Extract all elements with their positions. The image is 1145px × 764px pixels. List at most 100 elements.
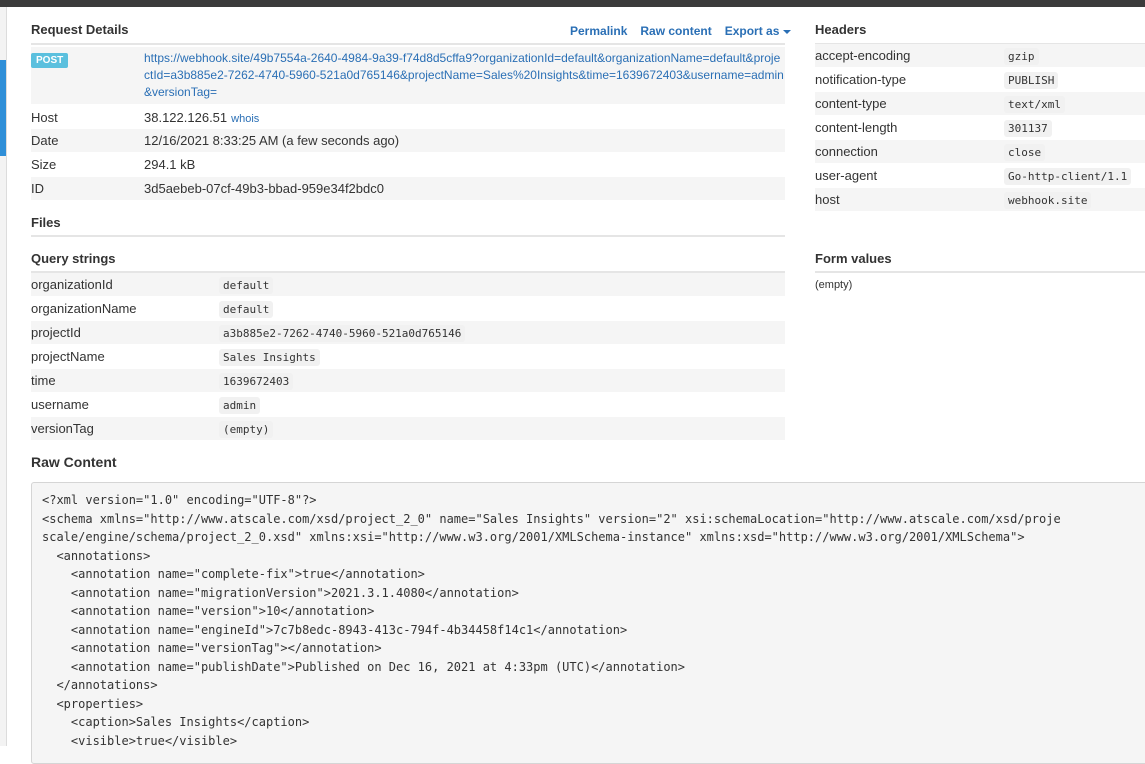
- top-bar: [0, 0, 1145, 7]
- header-value: text/xml: [1004, 96, 1065, 113]
- size-row: Size 294.1 kB: [31, 153, 785, 176]
- header-row: content-length 301137: [815, 116, 1145, 139]
- query-string-value: (empty): [219, 421, 274, 438]
- query-string-key: projectName: [31, 349, 105, 364]
- raw-content-line: <annotation name="migrationVersion">2021…: [42, 585, 519, 600]
- export-as-dropdown[interactable]: Export as: [725, 24, 792, 38]
- files-title: Files: [31, 215, 61, 230]
- query-string-value-cell: default: [219, 277, 274, 294]
- permalink-link[interactable]: Permalink: [570, 24, 627, 38]
- query-string-value-cell: 1639672403: [219, 373, 294, 390]
- query-string-value: a3b885e2-7262-4740-5960-521a0d765146: [219, 325, 466, 342]
- header-value: webhook.site: [1004, 192, 1092, 209]
- header-key: notification-type: [815, 72, 907, 87]
- host-label: Host: [31, 109, 58, 125]
- query-string-value-cell: a3b885e2-7262-4740-5960-521a0d765146: [219, 325, 466, 342]
- host-value-wrap: 38.122.126.51 whois: [144, 110, 259, 125]
- header-row: host webhook.site: [815, 188, 1145, 211]
- raw-content-line: <annotation name="engineId">7c7b8edc-894…: [42, 622, 628, 637]
- url-row: POST https://webhook.site/49b7554a-2640-…: [31, 47, 785, 104]
- raw-content-line: <visible>true</visible>: [42, 733, 238, 748]
- header-key: host: [815, 192, 840, 207]
- header-value: gzip: [1004, 48, 1039, 65]
- query-string-value: default: [219, 277, 274, 294]
- query-string-key: organizationId: [31, 277, 113, 292]
- header-value-cell: PUBLISH: [1004, 72, 1059, 89]
- query-string-row: versionTag (empty): [31, 417, 785, 440]
- method-badge: POST: [31, 53, 69, 68]
- header-key: content-type: [815, 96, 887, 111]
- header-row: content-type text/xml: [815, 92, 1145, 115]
- query-string-value-cell: default: [219, 301, 274, 318]
- date-value: 12/16/2021 8:33:25 AM (a few seconds ago…: [144, 133, 400, 148]
- header-value-cell: text/xml: [1004, 96, 1065, 113]
- date-label: Date: [31, 133, 59, 148]
- chevron-down-icon: [783, 29, 792, 34]
- raw-content-line: <properties>: [42, 696, 144, 711]
- request-details-title: Request Details: [31, 22, 129, 37]
- raw-content-line: <annotation name="complete-fix">true</an…: [42, 567, 425, 581]
- files-divider: [31, 235, 785, 237]
- header-row: user-agent Go-http-client/1.1: [815, 164, 1145, 187]
- query-string-key: versionTag: [31, 421, 94, 436]
- form-values-divider: [815, 271, 1145, 273]
- query-string-row: username admin: [31, 393, 785, 416]
- header-value-cell: Go-http-client/1.1: [1004, 168, 1132, 185]
- raw-content-line: <caption>Sales Insights</caption>: [42, 715, 310, 729]
- query-string-value: 1639672403: [219, 373, 294, 390]
- raw-content-box[interactable]: <?xml version="1.0" encoding="UTF-8"?> <s…: [31, 482, 1145, 764]
- header-value-cell: gzip: [1004, 48, 1039, 65]
- request-details-divider: [31, 43, 785, 45]
- host-value: 38.122.126.51: [144, 109, 228, 125]
- raw-content-line: <schema xmlns="http://www.atscale.com/xs…: [42, 511, 1061, 526]
- query-string-row: organizationName default: [31, 297, 785, 320]
- request-url[interactable]: https://webhook.site/49b7554a-2640-4984-…: [144, 50, 784, 101]
- raw-content-line: scale/engine/schema/project_2_0.xsd" xml…: [42, 530, 1025, 544]
- raw-content-title: Raw Content: [31, 454, 117, 470]
- header-value: Go-http-client/1.1: [1004, 168, 1132, 185]
- query-string-key: username: [31, 397, 89, 412]
- raw-content-line: <annotation name="versionTag"></annotati…: [42, 641, 382, 655]
- raw-content-line: <annotation name="version">10</annotatio…: [42, 604, 375, 618]
- query-strings-title: Query strings: [31, 251, 116, 266]
- query-string-value-cell: (empty): [219, 421, 274, 438]
- whois-link[interactable]: whois: [231, 113, 259, 125]
- header-row: connection close: [815, 140, 1145, 163]
- raw-content-line: <annotation name="publishDate">Published…: [42, 659, 685, 674]
- id-label: ID: [31, 181, 44, 196]
- query-string-value-cell: Sales Insights: [219, 349, 320, 366]
- header-value: 301137: [1004, 120, 1052, 137]
- headers-title: Headers: [815, 22, 867, 37]
- request-actions: Permalink Raw content Export as: [570, 24, 792, 38]
- size-value: 294.1 kB: [144, 157, 196, 172]
- header-value-cell: 301137: [1004, 120, 1052, 137]
- size-label: Size: [31, 157, 57, 172]
- header-row: accept-encoding gzip: [815, 44, 1145, 67]
- raw-content-line: <annotations>: [42, 548, 151, 563]
- header-key: content-length: [815, 120, 898, 135]
- raw-content-line: <?xml version="1.0" encoding="UTF-8"?>: [42, 493, 317, 507]
- id-row: ID 3d5aebeb-07cf-49b3-bbad-959e34f2bdc0: [31, 177, 785, 200]
- header-key: accept-encoding: [815, 48, 911, 63]
- host-row: Host 38.122.126.51 whois: [31, 106, 785, 128]
- raw-content-code: <?xml version="1.0" encoding="UTF-8"?> <s…: [32, 483, 1145, 750]
- query-string-value-cell: admin: [219, 397, 261, 414]
- query-string-row: organizationId default: [31, 273, 785, 296]
- query-string-row: projectId a3b885e2-7262-4740-5960-521a0d7…: [31, 321, 785, 344]
- header-value-cell: webhook.site: [1004, 192, 1092, 209]
- query-string-key: organizationName: [31, 301, 137, 316]
- id-value: 3d5aebeb-07cf-49b3-bbad-959e34f2bdc0: [144, 181, 384, 196]
- raw-content-link[interactable]: Raw content: [640, 24, 711, 38]
- query-string-key: time: [31, 373, 56, 388]
- query-string-row: time 1639672403: [31, 369, 785, 392]
- header-row: notification-type PUBLISH: [815, 68, 1145, 91]
- header-value-cell: close: [1004, 144, 1046, 161]
- date-row: Date 12/16/2021 8:33:25 AM (a few second…: [31, 129, 785, 152]
- header-key: user-agent: [815, 168, 878, 183]
- header-value: close: [1004, 144, 1046, 161]
- header-value: PUBLISH: [1004, 72, 1059, 89]
- query-string-value: default: [219, 301, 274, 318]
- form-values-title: Form values: [815, 251, 892, 266]
- export-as-label: Export as: [724, 24, 780, 38]
- raw-content-line: </annotations>: [42, 678, 158, 692]
